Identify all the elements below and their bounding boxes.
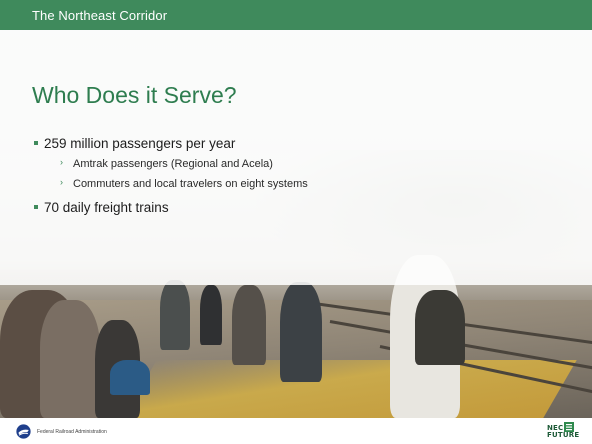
photo-person (232, 285, 266, 365)
sub-bullet-item: › Amtrak passengers (Regional and Acela) (32, 154, 552, 174)
section-title: The Northeast Corridor (32, 8, 168, 23)
photo-person (415, 290, 465, 365)
bullet-list: 259 million passengers per year › Amtrak… (32, 134, 552, 218)
photo-person (280, 282, 322, 382)
section-header-band: The Northeast Corridor (0, 0, 592, 30)
bullet-text: 70 daily freight trains (44, 200, 169, 215)
slide-title: Who Does it Serve? (32, 82, 237, 108)
footer: Federal Railroad Administration NEC FUTU… (0, 418, 592, 444)
sub-bullet-item: › Commuters and local travelers on eight… (32, 174, 552, 194)
agency-name: Federal Railroad Administration (37, 429, 107, 435)
bullet-text: 259 million passengers per year (44, 136, 236, 151)
bullet-square-icon (34, 141, 38, 145)
nec-logo-line2: FUTURE (547, 431, 580, 439)
fra-logo-icon (16, 424, 31, 439)
chevron-right-icon: › (60, 177, 63, 187)
photo-platform-edge (123, 360, 577, 418)
nec-future-logo: NEC FUTURE (547, 421, 579, 442)
photo-person (200, 285, 222, 345)
sub-bullet-text: Commuters and local travelers on eight s… (73, 178, 308, 190)
sub-bullet-text: Amtrak passengers (Regional and Acela) (73, 158, 273, 170)
chevron-right-icon: › (60, 157, 63, 167)
content-panel-fade (0, 235, 592, 285)
slide: The Northeast Corridor Who Does it Serve… (0, 0, 592, 444)
bullet-square-icon (34, 205, 38, 209)
photo-person (110, 360, 150, 395)
photo-person (160, 280, 190, 350)
bullet-item: 70 daily freight trains (32, 198, 552, 218)
nec-future-wordmark: NEC FUTURE (547, 425, 579, 439)
bullet-item: 259 million passengers per year (32, 134, 552, 154)
photo-person (40, 300, 100, 418)
